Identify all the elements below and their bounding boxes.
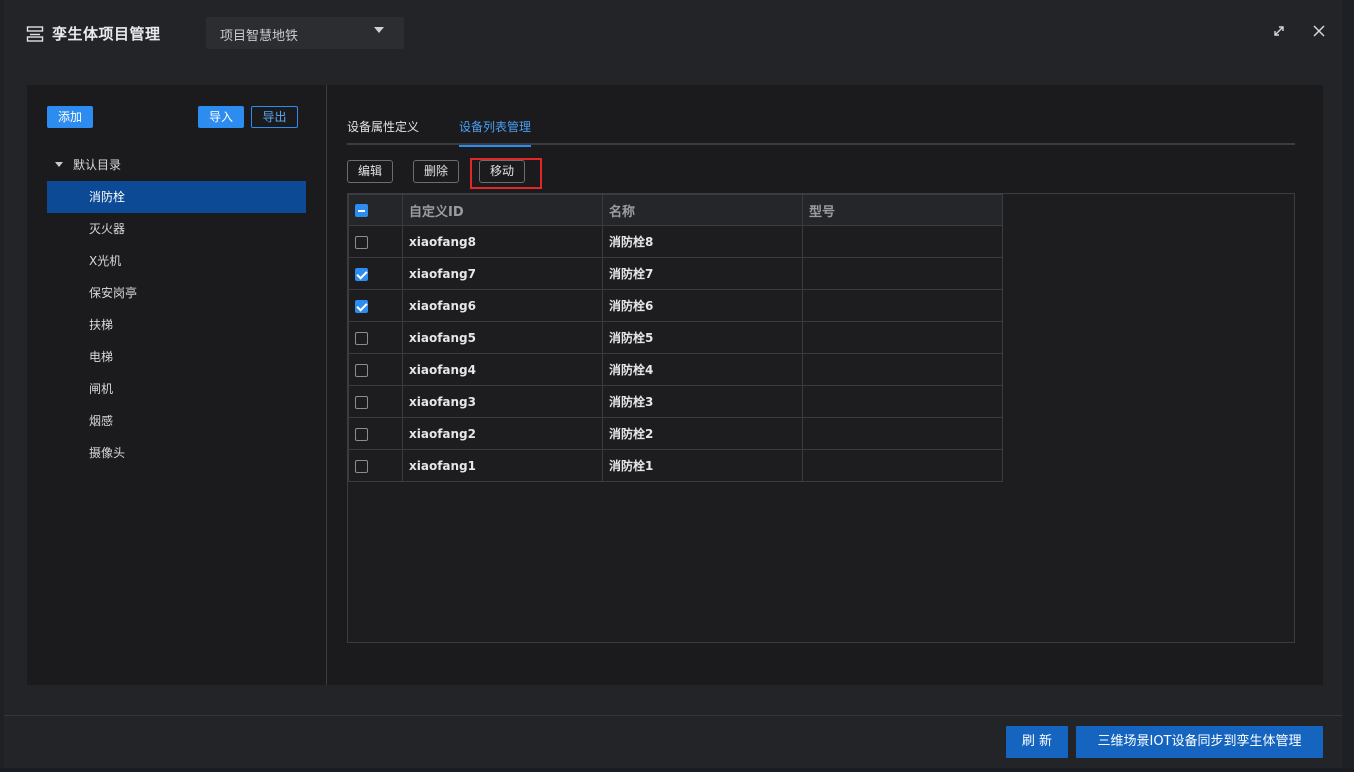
tree-item[interactable]: 扶梯	[47, 309, 306, 341]
row-checkbox-cell	[348, 385, 403, 418]
row-checkbox[interactable]	[355, 267, 368, 281]
footer-divider	[4, 715, 1342, 716]
edit-button[interactable]: 编辑	[347, 160, 393, 183]
cell-model	[802, 353, 1003, 386]
header-custom-id[interactable]: 自定义ID	[402, 194, 603, 226]
table-row[interactable]: xiaofang4 消防栓4	[348, 353, 1003, 386]
tree-item[interactable]: X光机	[47, 245, 306, 277]
row-checkbox[interactable]	[355, 299, 368, 313]
row-checkbox-cell	[348, 449, 403, 482]
row-checkbox-cell	[348, 353, 403, 386]
cell-custom-id: xiaofang1	[402, 449, 603, 482]
cell-name: 消防栓3	[602, 385, 803, 418]
row-checkbox[interactable]	[355, 395, 368, 409]
cell-name: 消防栓2	[602, 417, 803, 450]
device-table: 自定义ID 名称 型号 xiaofang8 消防栓8 xiaofang7 消防栓7 xi…	[348, 194, 1003, 482]
sync-iot-button[interactable]: 三维场景IOT设备同步到孪生体管理	[1076, 726, 1323, 758]
expand-button[interactable]	[1270, 24, 1288, 42]
import-button[interactable]: 导入	[198, 106, 244, 128]
add-button[interactable]: 添加	[47, 106, 93, 128]
expand-icon	[1274, 26, 1284, 36]
category-panel: 添加 导入 导出 默认目录 消防栓 灭火器 X光机 保安岗亭 扶梯 电梯 闸机 烟感 摄像头	[27, 85, 327, 685]
category-list: 消防栓 灭火器 X光机 保安岗亭 扶梯 电梯 闸机 烟感 摄像头	[47, 181, 306, 469]
table-row[interactable]: xiaofang7 消防栓7	[348, 257, 1003, 290]
cell-model	[802, 289, 1003, 322]
management-icon	[26, 25, 44, 43]
cell-model	[802, 225, 1003, 258]
cell-name: 消防栓6	[602, 289, 803, 322]
cell-custom-id: xiaofang8	[402, 225, 603, 258]
cell-custom-id: xiaofang3	[402, 385, 603, 418]
cell-name: 消防栓8	[602, 225, 803, 258]
refresh-button[interactable]: 刷 新	[1006, 726, 1068, 758]
project-management-dialog: 孪生体项目管理 项目智慧地铁 添加 导入 导出 默认目录 消防栓 灭火器 X光机…	[4, 0, 1342, 768]
cell-name: 消防栓1	[602, 449, 803, 482]
delete-button[interactable]: 删除	[413, 160, 459, 183]
row-checkbox-cell	[348, 321, 403, 354]
table-row[interactable]: xiaofang6 消防栓6	[348, 289, 1003, 322]
caret-down-icon	[55, 162, 63, 167]
tree-item[interactable]: 消防栓	[47, 181, 306, 213]
tree-root-label: 默认目录	[73, 158, 122, 172]
background-bottom	[0, 768, 1354, 772]
move-button-highlight	[470, 158, 542, 189]
close-icon	[1313, 25, 1325, 37]
row-checkbox-cell	[348, 417, 403, 450]
cell-custom-id: xiaofang2	[402, 417, 603, 450]
cell-model	[802, 417, 1003, 450]
row-checkbox[interactable]	[355, 363, 368, 377]
cell-model	[802, 449, 1003, 482]
row-checkbox-cell	[348, 257, 403, 290]
export-button[interactable]: 导出	[251, 106, 298, 128]
row-checkbox-cell	[348, 289, 403, 322]
caret-down-icon	[374, 27, 384, 33]
table-row[interactable]: xiaofang1 消防栓1	[348, 449, 1003, 482]
cell-custom-id: xiaofang6	[402, 289, 603, 322]
cell-name: 消防栓4	[602, 353, 803, 386]
tree-item[interactable]: 保安岗亭	[47, 277, 306, 309]
background-right	[1342, 0, 1354, 772]
cell-name: 消防栓5	[602, 321, 803, 354]
table-body: xiaofang8 消防栓8 xiaofang7 消防栓7 xiaofang6 消防栓6 x…	[348, 225, 1003, 482]
row-checkbox[interactable]	[355, 235, 368, 249]
close-button[interactable]	[1310, 24, 1328, 42]
table-row[interactable]: xiaofang2 消防栓2	[348, 417, 1003, 450]
tab-bar: 设备属性定义 设备列表管理	[347, 107, 1295, 147]
table-row[interactable]: xiaofang8 消防栓8	[348, 225, 1003, 258]
tree-item[interactable]: 摄像头	[47, 437, 306, 469]
device-table-area: 自定义ID 名称 型号 xiaofang8 消防栓8 xiaofang7 消防栓7 xi…	[347, 193, 1295, 643]
cell-model	[802, 257, 1003, 290]
tree-item[interactable]: 烟感	[47, 405, 306, 437]
title-wrap: 孪生体项目管理	[26, 23, 161, 44]
row-checkbox[interactable]	[355, 459, 368, 473]
tab-device-attributes[interactable]: 设备属性定义	[347, 118, 419, 145]
row-checkbox[interactable]	[355, 331, 368, 345]
select-all-checkbox[interactable]	[355, 203, 368, 217]
cell-custom-id: xiaofang7	[402, 257, 603, 290]
dialog-title: 孪生体项目管理	[52, 25, 161, 43]
row-checkbox-cell	[348, 225, 403, 258]
cell-model	[802, 385, 1003, 418]
cell-custom-id: xiaofang5	[402, 321, 603, 354]
header-model[interactable]: 型号	[802, 194, 1003, 226]
dialog-body: 添加 导入 导出 默认目录 消防栓 灭火器 X光机 保安岗亭 扶梯 电梯 闸机 烟感 摄像头 设…	[27, 85, 1323, 685]
project-select[interactable]: 项目智慧地铁	[206, 17, 404, 49]
cell-custom-id: xiaofang4	[402, 353, 603, 386]
tab-device-list[interactable]: 设备列表管理	[459, 118, 532, 147]
table-row[interactable]: xiaofang3 消防栓3	[348, 385, 1003, 418]
project-select-value: 项目智慧地铁	[220, 29, 299, 44]
cell-name: 消防栓7	[602, 257, 803, 290]
tree-item[interactable]: 灭火器	[47, 213, 306, 245]
table-header-row: 自定义ID 名称 型号	[348, 194, 1003, 226]
table-row[interactable]: xiaofang5 消防栓5	[348, 321, 1003, 354]
tree-root[interactable]: 默认目录	[55, 156, 121, 173]
cell-model	[802, 321, 1003, 354]
row-checkbox[interactable]	[355, 427, 368, 441]
tree-item[interactable]: 闸机	[47, 373, 306, 405]
header-name[interactable]: 名称	[602, 194, 803, 226]
select-all-cell	[348, 194, 403, 226]
tree-item[interactable]: 电梯	[47, 341, 306, 373]
dialog-header: 孪生体项目管理 项目智慧地铁	[4, 0, 1342, 66]
